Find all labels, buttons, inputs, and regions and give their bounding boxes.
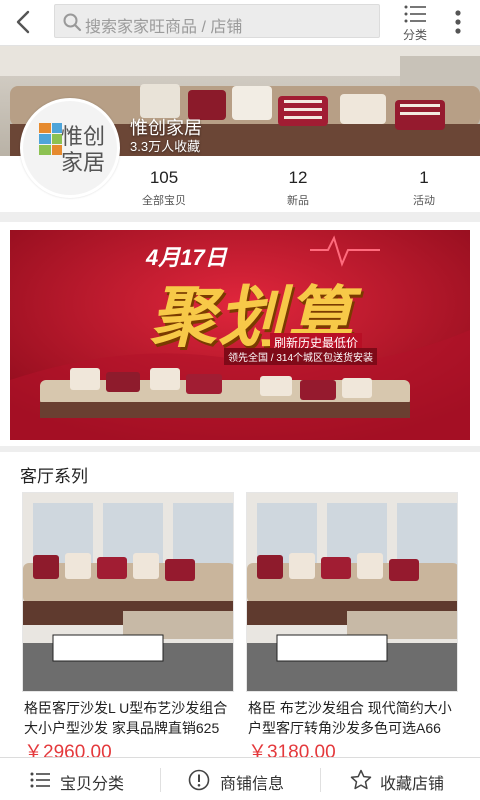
info-icon xyxy=(188,769,210,791)
product-title: 格臣 布艺沙发组合 现代简约大小户型客厅转角沙发多色可选A66 xyxy=(248,700,452,736)
list-icon xyxy=(404,5,426,23)
shop-favorites-count: 3.3万人收藏 xyxy=(130,139,201,154)
stat-label: 全部宝贝 xyxy=(142,195,186,207)
more-menu-button[interactable] xyxy=(446,6,470,38)
bottom-bar-label: 商铺信息 xyxy=(220,776,285,793)
product-section: 客厅系列 格臣客厅沙发L U型布艺沙发组合大小户型沙发 家具品牌直销625 ￥2… xyxy=(0,452,480,763)
search-icon xyxy=(63,13,82,32)
category-button[interactable]: 分类 xyxy=(396,2,434,42)
stat-activities[interactable]: 1 活动 xyxy=(374,168,474,208)
bottom-bar-label: 宝贝分类 xyxy=(60,776,125,793)
more-vertical-icon xyxy=(455,10,461,34)
stat-new-items[interactable]: 12 新品 xyxy=(248,168,348,208)
product-card[interactable]: 格臣客厅沙发L U型布艺沙发组合大小户型沙发 家具品牌直销625 ￥2960.0… xyxy=(22,492,234,763)
star-icon xyxy=(350,769,372,790)
logo-text-bottom: 家居 xyxy=(61,151,106,176)
bottom-bar-label: 收藏店铺 xyxy=(380,776,445,793)
chevron-left-icon xyxy=(16,10,30,34)
back-button[interactable] xyxy=(8,6,40,38)
product-card[interactable]: 格臣 布艺沙发组合 现代简约大小户型客厅转角沙发多色可选A66 ￥3180.00 xyxy=(246,492,458,763)
category-label: 分类 xyxy=(402,28,427,42)
section-title: 客厅系列 xyxy=(20,467,88,486)
favorite-shop-button[interactable]: 收藏店铺 xyxy=(320,758,480,800)
product-title: 格臣客厅沙发L U型布艺沙发组合大小户型沙发 家具品牌直销625 xyxy=(24,700,228,736)
shop-page: 搜索家家旺商品 / 店铺 分类 惟创 家居 惟创家居 3.3万人收藏 105 全… xyxy=(0,0,480,800)
bottom-bar: 宝贝分类 商铺信息 收藏店铺 xyxy=(0,757,480,800)
stat-value: 12 xyxy=(288,168,308,187)
top-bar: 搜索家家旺商品 / 店铺 分类 xyxy=(0,0,480,46)
shop-header: 惟创 家居 惟创家居 3.3万人收藏 105 全部宝贝 12 新品 1 活动 xyxy=(0,46,480,212)
stat-value: 1 xyxy=(419,168,429,187)
stat-label: 新品 xyxy=(287,195,309,207)
promo-banner-image: 4月17日 聚划算 刷新历史最低价 领先全国 / 314个城区包送货安装 xyxy=(10,230,470,440)
shop-info-button[interactable]: 商铺信息 xyxy=(160,758,320,800)
promo-banner[interactable]: 4月17日 聚划算 刷新历史最低价 领先全国 / 314个城区包送货安装 xyxy=(0,222,480,446)
product-image xyxy=(246,492,458,692)
list-icon xyxy=(30,772,50,788)
promo-subline: 领先全国 / 314个城区包送货安装 xyxy=(224,348,378,365)
search-input[interactable]: 搜索家家旺商品 / 店铺 xyxy=(54,4,380,38)
item-categories-button[interactable]: 宝贝分类 xyxy=(0,758,160,800)
search-placeholder: 搜索家家旺商品 / 店铺 xyxy=(85,19,243,36)
stat-label: 活动 xyxy=(413,195,435,207)
stat-all-items[interactable]: 105 全部宝贝 xyxy=(114,168,214,208)
shop-logo[interactable]: 惟创 家居 xyxy=(20,98,120,198)
stat-value: 105 xyxy=(149,168,179,187)
product-image xyxy=(22,492,234,692)
